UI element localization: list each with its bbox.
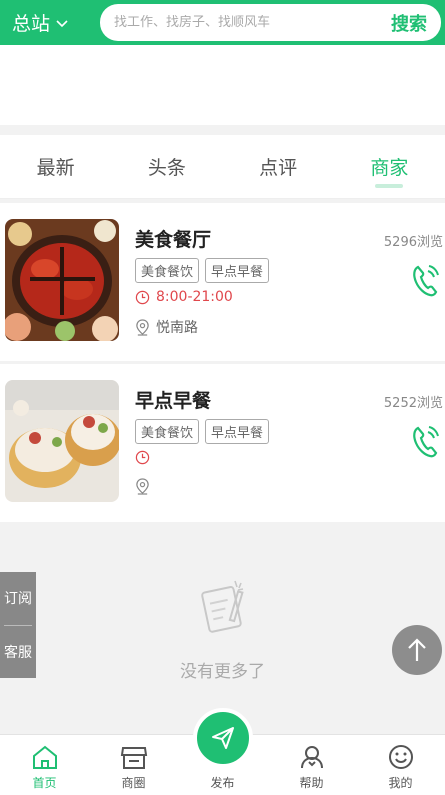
tag-group: 美食餐饮 早点早餐 <box>135 258 270 283</box>
smile-icon <box>388 745 413 769</box>
nav-label: 我的 <box>388 776 413 790</box>
clock-icon <box>135 290 150 304</box>
location-pin-icon <box>136 478 149 495</box>
search-button[interactable]: 搜索 <box>391 10 427 36</box>
nav-business-circle[interactable]: 商圈 <box>89 735 178 795</box>
tab-reviews[interactable]: 点评 <box>223 135 334 198</box>
tag-badge: 早点早餐 <box>205 258 270 283</box>
phone-icon[interactable] <box>410 263 440 299</box>
listing-title: 早点早餐 <box>135 390 212 412</box>
hours-text: 8:00-21:00 <box>156 289 233 305</box>
empty-state: 没有更多了 <box>0 525 445 725</box>
send-icon <box>212 727 234 749</box>
back-to-top-button[interactable] <box>392 625 442 675</box>
side-float-panel: 订阅 客服 <box>0 572 36 678</box>
business-hours: 8:00-21:00 <box>135 289 233 305</box>
tag-group: 美食餐饮 早点早餐 <box>135 419 270 444</box>
address <box>135 478 156 495</box>
address: 悦南路 <box>135 317 198 337</box>
tag-badge: 美食餐饮 <box>135 258 200 283</box>
tag-badge: 美食餐饮 <box>135 419 200 444</box>
home-icon <box>32 745 57 769</box>
subscribe-button[interactable]: 订阅 <box>0 572 36 625</box>
phone-icon[interactable] <box>410 424 440 460</box>
post-button[interactable] <box>193 708 253 768</box>
tag-badge: 早点早餐 <box>205 419 270 444</box>
hotpot-image <box>5 219 119 341</box>
banner-area <box>0 45 445 125</box>
view-count: 5252浏览 <box>383 396 443 411</box>
nav-label: 首页 <box>32 776 57 790</box>
nav-help[interactable]: 帮助 <box>267 735 356 795</box>
chevron-down-icon <box>56 19 68 27</box>
list-item[interactable]: 早点早餐 5252浏览 美食餐饮 早点早餐 <box>0 364 445 522</box>
shop-icon <box>120 747 147 769</box>
nav-label: 帮助 <box>299 776 324 790</box>
search-box: 搜索 <box>100 4 441 41</box>
view-count: 5296浏览 <box>383 235 443 250</box>
empty-text: 没有更多了 <box>180 662 265 682</box>
empty-note-icon <box>201 580 244 633</box>
search-input[interactable] <box>114 15 391 30</box>
tab-merchants[interactable]: 商家 <box>334 135 445 198</box>
tab-headlines[interactable]: 头条 <box>111 135 222 198</box>
business-hours <box>135 450 156 465</box>
tab-latest[interactable]: 最新 <box>0 135 111 198</box>
nav-label: 发布 <box>210 776 235 790</box>
listing-title: 美食餐厅 <box>135 229 212 251</box>
city-label: 总站 <box>12 13 51 35</box>
nav-home[interactable]: 首页 <box>0 735 89 795</box>
nav-label: 商圈 <box>121 776 146 790</box>
list-item[interactable]: 美食餐厅 5296浏览 美食餐饮 早点早餐 8:00-21:00 悦南路 <box>0 203 445 361</box>
customer-service-button[interactable]: 客服 <box>0 626 36 679</box>
help-icon <box>300 746 323 769</box>
location-pin-icon <box>136 318 149 336</box>
arrow-up-icon <box>408 638 426 661</box>
top-bar: 总站 搜索 <box>0 0 445 45</box>
address-text: 悦南路 <box>156 320 198 336</box>
city-selector[interactable]: 总站 <box>0 0 100 45</box>
category-tabs: 最新 头条 点评 商家 <box>0 135 445 199</box>
dim-sum-image <box>5 380 119 502</box>
nav-mine[interactable]: 我的 <box>356 735 445 795</box>
clock-icon <box>135 450 150 465</box>
